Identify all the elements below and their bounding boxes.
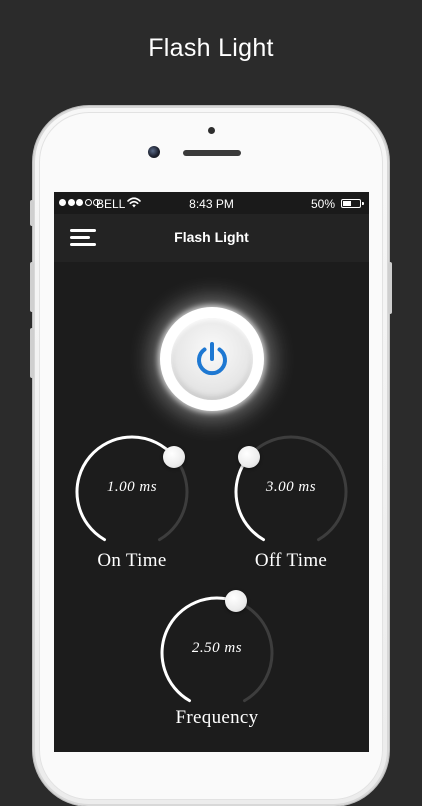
off-time-dial-knob[interactable] (237, 445, 260, 468)
frequency-dial-knob[interactable] (224, 590, 247, 613)
earpiece-speaker (183, 150, 241, 156)
on-time-dial[interactable]: 1.00 ms (73, 433, 191, 551)
status-bar: BELL 8:43 PM 50% (54, 192, 369, 214)
navigation-bar: Flash Light (54, 214, 369, 262)
promo-title: Flash Light (148, 34, 274, 62)
battery-level-fill (343, 201, 351, 206)
frequency-label: Frequency (175, 707, 259, 728)
frequency-dial[interactable]: 2.50 ms (158, 590, 276, 712)
volume-down-button (30, 328, 34, 378)
nav-title: Flash Light (174, 229, 249, 245)
app-screen: BELL 8:43 PM 50% Flash Light 1.00 ms On … (54, 192, 369, 752)
frequency-value: 2.50 ms (191, 640, 243, 656)
mute-switch (30, 200, 34, 226)
front-camera (148, 146, 160, 158)
power-toggle-button[interactable] (171, 318, 253, 400)
power-icon (197, 342, 227, 376)
off-time-value: 3.00 ms (265, 479, 317, 495)
battery-percentage: 50% (310, 197, 335, 211)
off-time-dial[interactable]: 3.00 ms (232, 433, 350, 551)
battery-icon (341, 199, 364, 208)
off-time-label: Off Time (254, 550, 328, 571)
on-time-label: On Time (97, 550, 167, 571)
proximity-sensor (208, 127, 215, 134)
on-time-value: 1.00 ms (106, 479, 158, 495)
on-time-dial-knob[interactable] (163, 445, 186, 468)
power-side-button (388, 262, 392, 314)
volume-up-button (30, 262, 34, 312)
